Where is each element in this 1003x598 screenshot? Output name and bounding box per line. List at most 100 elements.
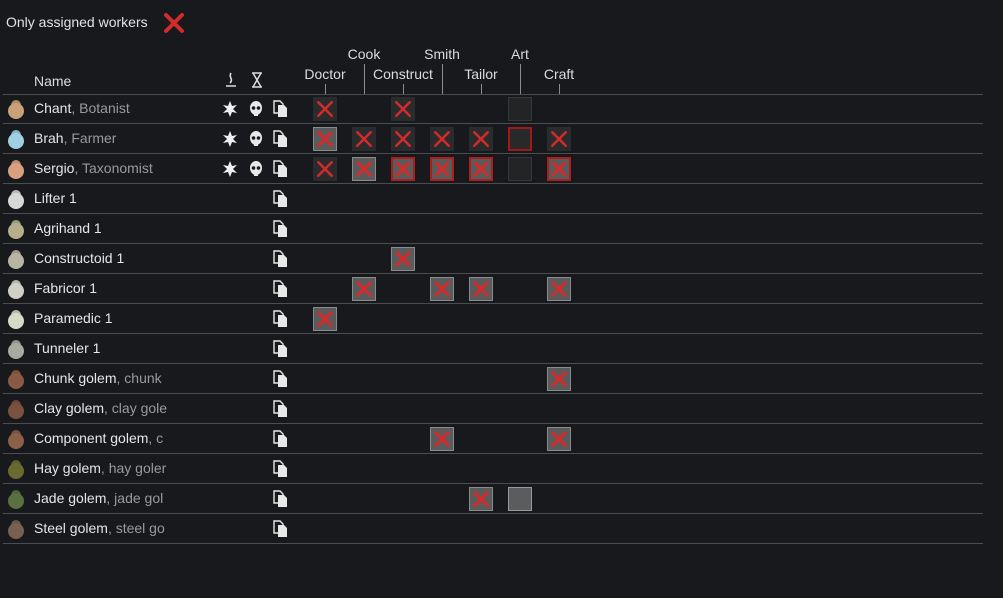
copy-icon[interactable] <box>272 460 288 478</box>
work-priority-cell-tailor[interactable] <box>469 157 493 181</box>
worker-portrait[interactable] <box>4 397 28 421</box>
worker-name[interactable]: Lifter 1 <box>34 190 168 206</box>
work-priority-cell-construct[interactable] <box>391 157 415 181</box>
copy-icon[interactable] <box>272 220 288 238</box>
work-priority-cell-cook[interactable] <box>352 157 376 181</box>
worker-name[interactable]: Agrihand 1 <box>34 220 168 236</box>
worker-row[interactable]: Chant, Botanist <box>0 94 983 124</box>
worker-row[interactable]: Sergio, Taxonomist <box>0 154 983 184</box>
work-priority-cell-art[interactable] <box>508 157 532 181</box>
worker-row[interactable]: Lifter 1 <box>0 184 983 214</box>
work-priority-cell-art[interactable] <box>508 97 532 121</box>
work-priority-cell-smith[interactable] <box>430 157 454 181</box>
skull-icon[interactable] <box>248 160 264 178</box>
worker-portrait[interactable] <box>4 217 28 241</box>
worker-portrait[interactable] <box>4 367 28 391</box>
worker-portrait[interactable] <box>4 127 28 151</box>
worker-portrait[interactable] <box>4 457 28 481</box>
work-priority-cell-tailor[interactable] <box>469 487 493 511</box>
worker-portrait[interactable] <box>4 97 28 121</box>
copy-icon[interactable] <box>272 400 288 418</box>
work-column-header-craft[interactable]: Craft <box>544 66 574 82</box>
worker-name[interactable]: Tunneler 1 <box>34 340 168 356</box>
work-priority-cell-construct[interactable] <box>391 247 415 271</box>
work-priority-cell-art[interactable] <box>508 127 532 151</box>
work-column-header-tailor[interactable]: Tailor <box>464 66 497 82</box>
work-priority-cell-smith[interactable] <box>430 277 454 301</box>
worker-name[interactable]: Brah, Farmer <box>34 130 168 146</box>
worker-row[interactable]: Chunk golem, chunk <box>0 364 983 394</box>
copy-icon[interactable] <box>272 250 288 268</box>
copy-icon[interactable] <box>272 490 288 508</box>
worker-portrait[interactable] <box>4 427 28 451</box>
work-column-header-art[interactable]: Art <box>511 46 529 62</box>
work-priority-cell-craft[interactable] <box>547 157 571 181</box>
worker-name[interactable]: Hay golem, hay goler <box>34 460 168 476</box>
work-column-header-cook[interactable]: Cook <box>348 46 381 62</box>
work-priority-cell-art[interactable] <box>508 487 532 511</box>
work-priority-cell-smith[interactable] <box>430 427 454 451</box>
work-priority-cell-cook[interactable] <box>352 127 376 151</box>
worker-name[interactable]: Chunk golem, chunk <box>34 370 168 386</box>
worker-row[interactable]: Fabricor 1 <box>0 274 983 304</box>
worker-name[interactable]: Component golem, c <box>34 430 168 446</box>
worker-row[interactable]: Clay golem, clay gole <box>0 394 983 424</box>
work-priority-cell-construct[interactable] <box>391 127 415 151</box>
copy-icon[interactable] <box>272 130 288 148</box>
worker-row[interactable]: Paramedic 1 <box>0 304 983 334</box>
work-priority-cell-doctor[interactable] <box>313 127 337 151</box>
worker-row[interactable]: Jade golem, jade gol <box>0 484 983 514</box>
work-priority-cell-craft[interactable] <box>547 367 571 391</box>
worker-row[interactable]: Brah, Farmer <box>0 124 983 154</box>
worker-row[interactable]: Tunneler 1 <box>0 334 983 364</box>
copy-icon[interactable] <box>272 100 288 118</box>
worker-row[interactable]: Steel golem, steel go <box>0 514 983 544</box>
skull-icon[interactable] <box>248 130 264 148</box>
skull-icon[interactable] <box>248 100 264 118</box>
worker-row[interactable]: Hay golem, hay goler <box>0 454 983 484</box>
mood-status-icon[interactable] <box>222 130 238 148</box>
work-priority-cell-tailor[interactable] <box>469 127 493 151</box>
work-priority-cell-smith[interactable] <box>430 127 454 151</box>
mood-status-icon[interactable] <box>222 160 238 178</box>
copy-icon[interactable] <box>272 340 288 358</box>
work-priority-cell-doctor[interactable] <box>313 97 337 121</box>
worker-portrait[interactable] <box>4 187 28 211</box>
copy-icon[interactable] <box>272 520 288 538</box>
work-priority-cell-construct[interactable] <box>391 97 415 121</box>
worker-name[interactable]: Fabricor 1 <box>34 280 168 296</box>
copy-icon[interactable] <box>272 280 288 298</box>
worker-portrait[interactable] <box>4 487 28 511</box>
worker-row[interactable]: Constructoid 1 <box>0 244 983 274</box>
worker-portrait[interactable] <box>4 247 28 271</box>
worker-portrait[interactable] <box>4 277 28 301</box>
work-column-header-smith[interactable]: Smith <box>424 46 460 62</box>
mood-status-icon[interactable] <box>222 100 238 118</box>
copy-icon[interactable] <box>272 160 288 178</box>
worker-row[interactable]: Agrihand 1 <box>0 214 983 244</box>
work-priority-cell-tailor[interactable] <box>469 277 493 301</box>
worker-name[interactable]: Clay golem, clay gole <box>34 400 168 416</box>
copy-icon[interactable] <box>272 310 288 328</box>
work-priority-cell-craft[interactable] <box>547 427 571 451</box>
worker-name[interactable]: Jade golem, jade gol <box>34 490 168 506</box>
worker-portrait[interactable] <box>4 157 28 181</box>
work-priority-cell-craft[interactable] <box>547 277 571 301</box>
copy-icon[interactable] <box>272 190 288 208</box>
worker-name[interactable]: Steel golem, steel go <box>34 520 168 536</box>
worker-portrait[interactable] <box>4 307 28 331</box>
work-priority-cell-craft[interactable] <box>547 127 571 151</box>
worker-row[interactable]: Component golem, c <box>0 424 983 454</box>
worker-portrait[interactable] <box>4 337 28 361</box>
work-priority-cell-doctor[interactable] <box>313 157 337 181</box>
worker-name[interactable]: Paramedic 1 <box>34 310 168 326</box>
worker-name[interactable]: Constructoid 1 <box>34 250 168 266</box>
work-column-header-construct[interactable]: Construct <box>373 66 433 82</box>
work-column-header-doctor[interactable]: Doctor <box>304 66 345 82</box>
work-priority-cell-cook[interactable] <box>352 277 376 301</box>
copy-icon[interactable] <box>272 370 288 388</box>
copy-icon[interactable] <box>272 430 288 448</box>
only-assigned-toggle-x-icon[interactable] <box>163 12 185 34</box>
worker-portrait[interactable] <box>4 517 28 541</box>
worker-name[interactable]: Chant, Botanist <box>34 100 168 116</box>
